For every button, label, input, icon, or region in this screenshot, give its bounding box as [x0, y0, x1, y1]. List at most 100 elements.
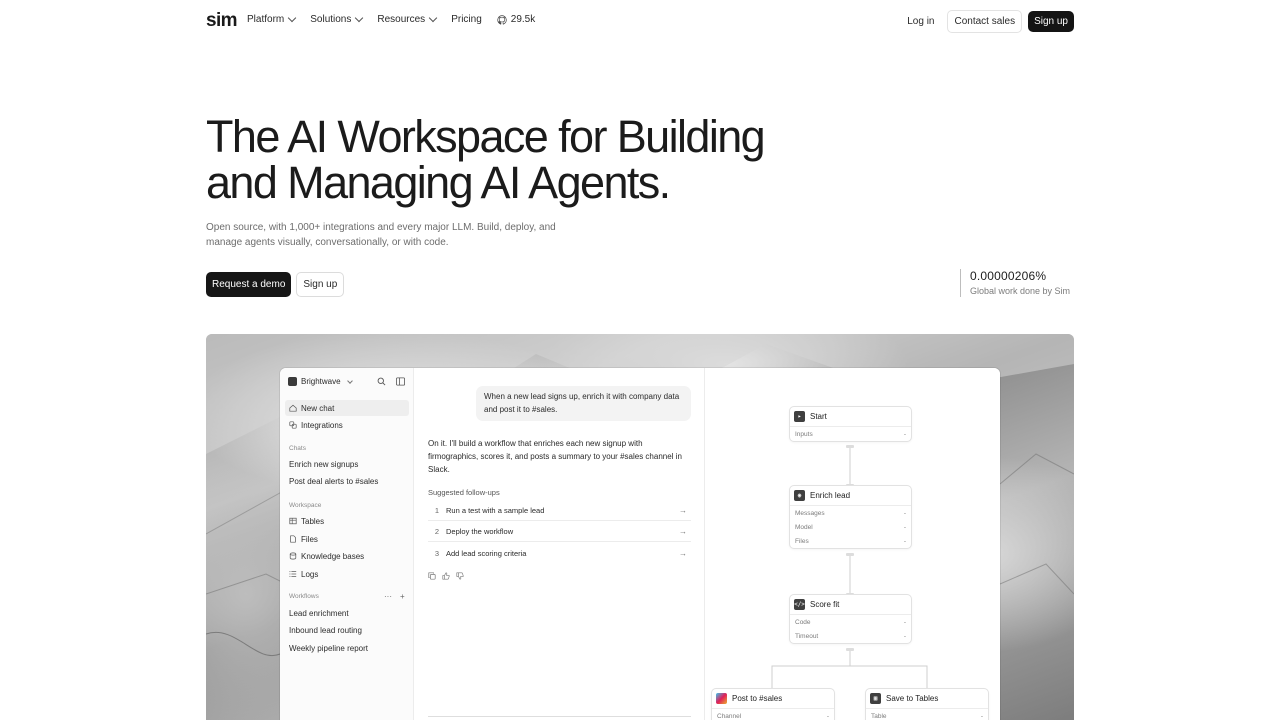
chats-heading: Chats [289, 445, 306, 452]
node-enrich-lead[interactable]: ◉ Enrich lead Messages - Model - Files - [789, 485, 912, 549]
node-tables-title: Save to Tables [886, 694, 939, 703]
arrow-right-icon: → [679, 548, 687, 558]
followup-item[interactable]: 2 Deploy the workflow → [428, 522, 691, 542]
database-icon [289, 552, 297, 560]
message-actions [428, 572, 464, 580]
integrations-icon [289, 421, 297, 429]
chevron-down-icon [287, 13, 297, 23]
sidebar-item-logs[interactable]: Logs [285, 566, 409, 582]
hero-title-line-2: and Managing AI Agents. [206, 157, 671, 208]
field-value: - [903, 509, 906, 517]
sidebar-item-new-chat[interactable]: New chat [285, 400, 409, 416]
nav-pricing[interactable]: Pricing [451, 14, 482, 25]
hero-subtitle: Open source, with 1,000+ integrations an… [206, 220, 576, 250]
nav-resources-label: Resources [377, 14, 426, 25]
github-stars-link[interactable]: 29.5k [497, 14, 535, 25]
workflow-item-inbound-routing[interactable]: Inbound lead routing [289, 626, 362, 635]
node-save-to-tables[interactable]: ▦ Save to Tables Table - [865, 688, 989, 720]
field-name: Channel [717, 712, 742, 720]
node-score-title: Score fit [810, 600, 840, 609]
app-window: Brightwave New chat Integrations Chats E… [280, 368, 1000, 720]
followup-item[interactable]: 1 Run a test with a sample lead → [428, 501, 691, 521]
chevron-down-icon [428, 13, 438, 23]
slack-icon [716, 693, 727, 704]
sidebar-item-integrations[interactable]: Integrations [285, 417, 409, 433]
sidebar-item-tables[interactable]: Tables [285, 513, 409, 529]
code-icon: </> [794, 599, 805, 610]
logs-label: Logs [301, 569, 319, 579]
field-value: - [903, 618, 906, 626]
login-link[interactable]: Log in [900, 11, 941, 32]
contact-sales-button[interactable]: Contact sales [947, 10, 1023, 33]
field-name: Inputs [795, 430, 813, 438]
request-demo-button[interactable]: Request a demo [206, 272, 292, 297]
copy-icon[interactable] [428, 572, 436, 580]
nav-links: Platform Solutions Resources Pricing 29.… [247, 13, 550, 25]
sidebar-toggle-icon[interactable] [396, 377, 405, 386]
github-icon [497, 14, 507, 24]
field-name: Table [871, 712, 887, 720]
node-score-fit[interactable]: </> Score fit Code - Timeout - [789, 594, 912, 644]
table-icon: ▦ [870, 693, 881, 704]
nav-solutions[interactable]: Solutions [310, 13, 364, 25]
node-post-to-sales[interactable]: Post to #sales Channel - [711, 688, 835, 720]
hero-title-line-1: The AI Workspace for Building [206, 111, 766, 162]
workflow-item-lead-enrichment[interactable]: Lead enrichment [289, 609, 349, 618]
node-field: Table - [866, 709, 988, 720]
global-work-stat: 0.00000206% Global work done by Sim [960, 269, 1070, 297]
followup-label: Run a test with a sample lead [446, 506, 545, 515]
home-icon [289, 404, 297, 412]
list-icon [289, 571, 297, 577]
followup-item[interactable]: 3 Add lead scoring criteria → [428, 543, 691, 563]
field-value: - [903, 537, 906, 545]
nav-pricing-label: Pricing [451, 14, 482, 25]
field-name: Code [795, 618, 811, 626]
node-slack-title: Post to #sales [732, 694, 783, 703]
followup-number: 2 [434, 527, 440, 536]
chat-input-edge[interactable] [428, 716, 691, 720]
node-slack-header: Post to #sales [712, 689, 834, 709]
assistant-message: On it. I'll build a workflow that enrich… [428, 439, 682, 474]
more-options-icon[interactable]: ··· [384, 592, 392, 601]
file-icon [290, 535, 296, 543]
field-value: - [826, 712, 829, 720]
field-name: Model [795, 523, 813, 531]
workflow-canvas[interactable]: ▸ Start Inputs - ◉ Enrich lead Messages … [705, 368, 1000, 720]
start-icon: ▸ [794, 411, 805, 422]
workspace-switcher[interactable]: Brightwave [288, 377, 353, 386]
chevron-down-icon [355, 13, 364, 23]
top-navbar: sim Platform Solutions Resources Pricing… [0, 0, 1280, 41]
node-field: Messages - [790, 506, 911, 520]
workspace-logo-icon [288, 377, 297, 386]
nav-actions: Log in Contact sales Sign up [900, 10, 1074, 33]
search-icon[interactable] [377, 377, 386, 386]
nav-resources[interactable]: Resources [377, 13, 438, 25]
workflow-item-weekly-report[interactable]: Weekly pipeline report [289, 644, 368, 653]
sidebar-item-knowledge-bases[interactable]: Knowledge bases [285, 548, 409, 564]
node-score-header: </> Score fit [790, 595, 911, 615]
field-name: Timeout [795, 632, 819, 640]
node-start[interactable]: ▸ Start Inputs - [789, 406, 912, 442]
hero-signup-button[interactable]: Sign up [296, 272, 345, 297]
knowledge-bases-label: Knowledge bases [301, 551, 365, 561]
sidebar-toolbar [377, 377, 405, 386]
thumbs-up-icon[interactable] [442, 572, 450, 580]
workflow-actions: ··· + [384, 592, 405, 601]
hero-subtitle-line-2: manage agents visually, conversationally… [206, 237, 449, 248]
sidebar-item-files[interactable]: Files [285, 531, 409, 547]
sim-logo[interactable]: sim [206, 10, 238, 32]
chevron-down-icon [346, 377, 353, 384]
chat-item-enrich[interactable]: Enrich new signups [289, 460, 358, 469]
signup-button[interactable]: Sign up [1028, 11, 1074, 32]
thumbs-down-icon[interactable] [456, 572, 464, 580]
chat-item-post-deals[interactable]: Post deal alerts to #sales [289, 477, 378, 486]
nav-platform[interactable]: Platform [247, 13, 297, 25]
add-workflow-icon[interactable]: + [400, 592, 405, 601]
workflows-heading: Workflows [289, 593, 319, 600]
arrow-right-icon: → [679, 527, 687, 536]
tables-label: Tables [301, 516, 325, 526]
field-name: Files [795, 537, 809, 545]
node-start-header: ▸ Start [790, 407, 911, 427]
files-label: Files [301, 534, 318, 544]
arrow-right-icon: → [679, 506, 687, 515]
